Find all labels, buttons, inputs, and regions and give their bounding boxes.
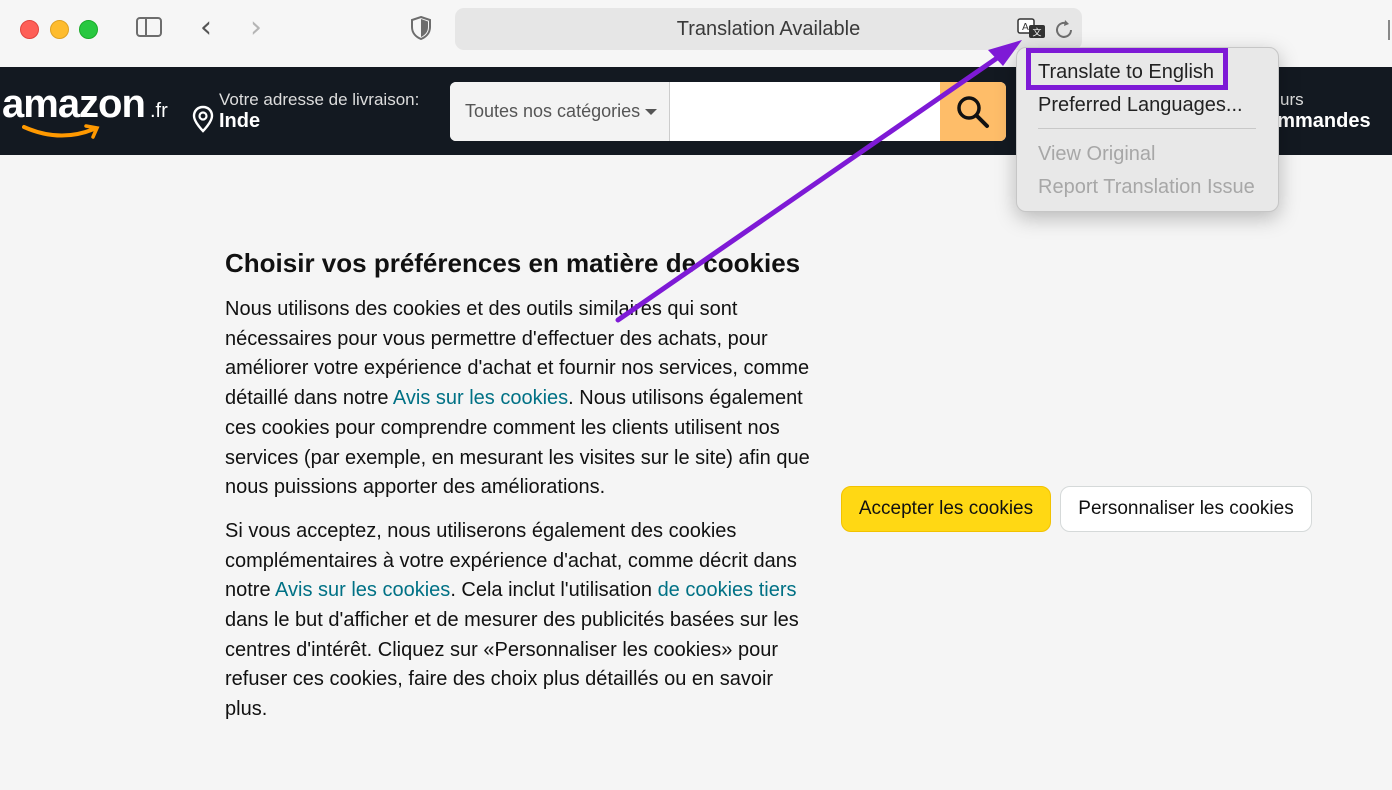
sidebar-icon[interactable]	[136, 17, 162, 37]
location-icon	[192, 105, 214, 133]
back-icon[interactable]: ‹	[200, 10, 212, 46]
annotation-highlight-box	[1026, 48, 1228, 90]
menu-item-report-translation-issue: Report Translation Issue	[1038, 176, 1255, 198]
orders-label-top[interactable]: urs	[1280, 90, 1304, 110]
caret-down-icon	[645, 109, 657, 115]
address-bar[interactable]: Translation Available A 文	[455, 8, 1082, 50]
menu-item-view-original: View Original	[1038, 143, 1156, 165]
svg-text:文: 文	[1033, 27, 1042, 39]
accept-cookies-button[interactable]: Accepter les cookies	[841, 486, 1051, 532]
paragraph-text: . Cela inclut l'utilisation	[450, 579, 658, 602]
search-icon	[957, 96, 989, 128]
amazon-logo-suffix: .fr	[150, 100, 168, 122]
search-bar: Toutes nos catégories	[450, 82, 1006, 141]
translate-icon[interactable]: A 文	[1017, 18, 1047, 40]
third-party-cookies-link[interactable]: de cookies tiers	[658, 579, 797, 601]
search-button[interactable]	[940, 82, 1006, 141]
cookie-notice: Choisir vos préférences en matière de co…	[225, 246, 815, 739]
paragraph-text: dans le but d'afficher et de mesurer des…	[225, 609, 799, 721]
category-select-label: Toutes nos catégories	[465, 101, 641, 121]
delivery-label: Votre adresse de livraison:	[219, 90, 420, 109]
shield-icon[interactable]	[411, 16, 431, 40]
reload-icon[interactable]	[1053, 19, 1075, 41]
zoom-window-button[interactable]	[79, 20, 98, 39]
menu-item-preferred-languages[interactable]: Preferred Languages...	[1038, 94, 1243, 117]
amazon-smile-icon	[22, 124, 100, 139]
orders-label-bottom[interactable]: ommandes	[1265, 110, 1371, 133]
cookie-policy-link[interactable]: Avis sur les cookies	[393, 387, 568, 409]
search-input[interactable]	[670, 82, 944, 141]
address-bar-text: Translation Available	[676, 18, 861, 40]
forward-icon[interactable]: ›	[250, 10, 262, 46]
amazon-logo[interactable]: amazon	[2, 82, 146, 127]
cookie-paragraph-1: Nous utilisons des cookies et des outils…	[225, 295, 815, 503]
menu-separator	[1038, 128, 1256, 129]
delivery-location[interactable]: Inde	[219, 110, 260, 133]
cookie-title: Choisir vos préférences en matière de co…	[225, 248, 801, 278]
cookie-paragraph-2: Si vous acceptez, nous utiliserons égale…	[225, 517, 815, 725]
cookie-policy-link-2[interactable]: Avis sur les cookies	[275, 579, 450, 601]
toolbar-edge	[1388, 20, 1390, 40]
category-select[interactable]: Toutes nos catégories	[450, 82, 670, 141]
minimize-window-button[interactable]	[50, 20, 69, 39]
close-window-button[interactable]	[20, 20, 39, 39]
svg-text:A: A	[1022, 22, 1029, 33]
customize-cookies-button[interactable]: Personnaliser les cookies	[1060, 486, 1312, 532]
